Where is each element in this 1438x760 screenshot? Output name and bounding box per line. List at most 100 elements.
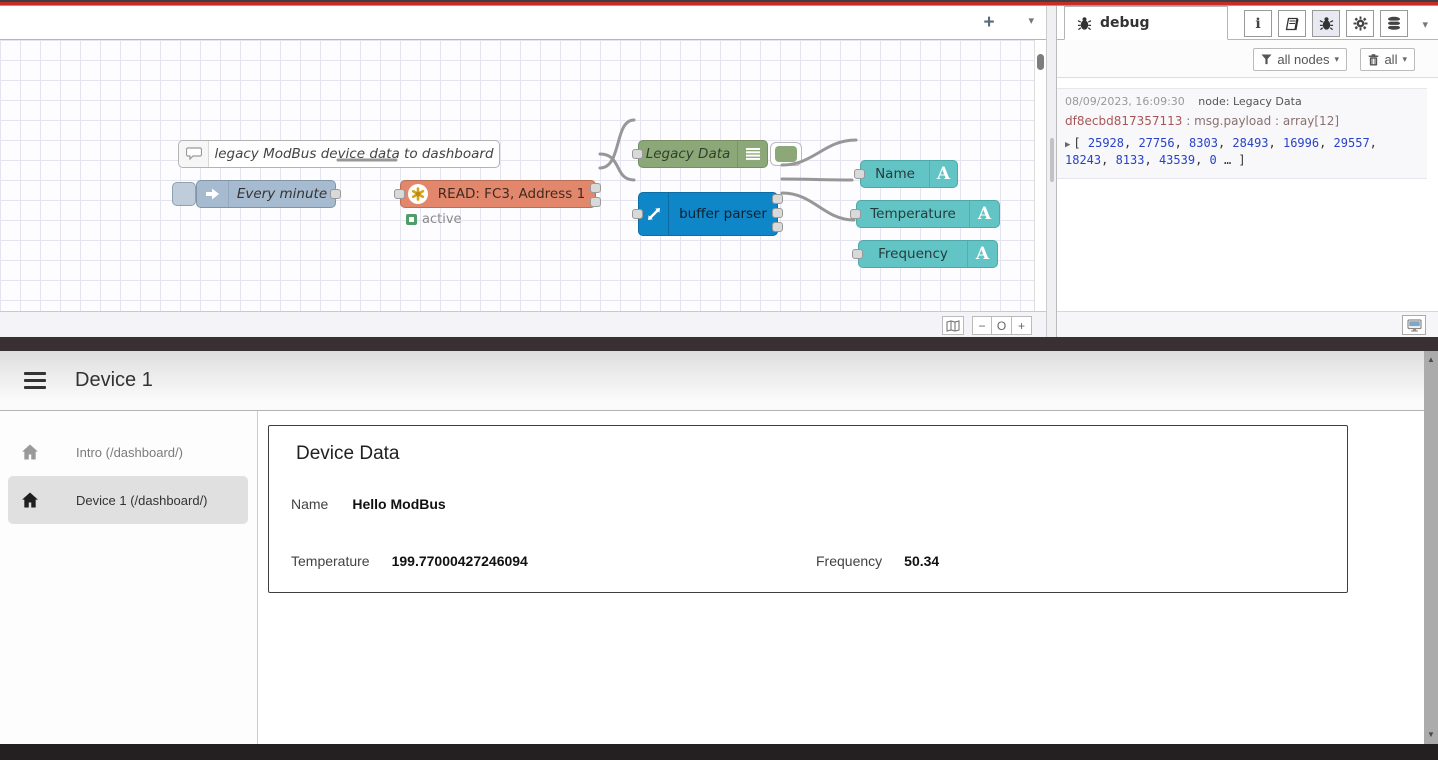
comment-node[interactable]: legacy ModBus device data to dashboard: [178, 140, 500, 168]
modbus-gear-icon: [408, 184, 428, 204]
panel-splitter[interactable]: [1046, 6, 1057, 337]
clear-messages-button[interactable]: all ▾: [1360, 48, 1415, 71]
parser-input-port[interactable]: [632, 209, 643, 219]
dashboard-scrollbar[interactable]: ▲ ▼: [1424, 351, 1438, 744]
debug-tab-button[interactable]: [1312, 10, 1340, 37]
inject-node[interactable]: Every minute: [196, 180, 336, 208]
sidebar-item-device-1[interactable]: Device 1 (/dashboard/): [8, 476, 248, 524]
modbus-read-node[interactable]: READ: FC3, Address 1: [400, 180, 596, 208]
inject-label: Every minute: [229, 186, 335, 202]
bug-icon: [1077, 16, 1092, 31]
sidebar-item-label: Intro (/dashboard/): [76, 445, 183, 460]
scroll-up-icon[interactable]: ▲: [1424, 353, 1438, 367]
device-data-card: Device Data NameHello ModBus Temperature…: [268, 425, 1348, 593]
ui-text-node-name[interactable]: Name A: [860, 160, 958, 188]
caret-down-icon: ▾: [1334, 54, 1339, 65]
map-icon: [946, 320, 960, 332]
ui-text-node-frequency[interactable]: Frequency A: [858, 240, 998, 268]
debug-input-port[interactable]: [632, 149, 643, 159]
message-property: msg.payload: [1194, 114, 1271, 128]
flow-list-caret-icon[interactable]: ▾: [1028, 14, 1034, 27]
info-icon: i: [1255, 16, 1260, 32]
filter-nodes-button[interactable]: all nodes ▾: [1253, 48, 1347, 71]
modbus-read-label: READ: FC3, Address 1: [428, 186, 595, 202]
debug-sidebar: debug i ▾: [1057, 6, 1438, 337]
comment-bubble-icon: [179, 141, 209, 167]
inject-arrow-icon: [197, 181, 229, 207]
sidebar-item-intro[interactable]: Intro (/dashboard/): [8, 428, 248, 476]
separator: :: [1275, 114, 1283, 128]
zoom-in-button[interactable]: +: [1012, 316, 1032, 335]
ui-text-label: Frequency: [859, 246, 967, 262]
flow-tabbar: + ▾: [0, 6, 1046, 40]
message-header: 08/09/2023, 16:09:30 node: Legacy Data: [1065, 95, 1419, 108]
zoom-reset-button[interactable]: O: [992, 316, 1012, 335]
splitter-handle[interactable]: [1050, 138, 1054, 182]
zoom-controls: − O +: [972, 316, 1032, 335]
message-source-node[interactable]: node: Legacy Data: [1198, 95, 1301, 108]
page-title: Device 1: [75, 369, 153, 392]
bug-icon: [1319, 16, 1334, 31]
menu-icon[interactable]: [24, 372, 46, 389]
sidebar-menu-caret-icon[interactable]: ▾: [1422, 18, 1428, 31]
database-icon: [1387, 16, 1401, 31]
text-A-icon: A: [929, 161, 957, 187]
nodered-editor-window: + ▾ legacy ModBus device data to dashboa…: [0, 6, 1438, 337]
funnel-icon: [1261, 54, 1272, 65]
debug-lines-icon: [737, 141, 767, 167]
text-A-icon: A: [967, 241, 997, 267]
inject-trigger-button[interactable]: [172, 182, 196, 206]
text-A-icon: A: [969, 201, 999, 227]
workspace-vertical-scrollbar[interactable]: [1034, 40, 1046, 311]
scroll-down-icon[interactable]: ▼: [1424, 728, 1438, 742]
name-input-port[interactable]: [854, 169, 865, 179]
tab-debug[interactable]: debug: [1064, 6, 1228, 40]
field-label: Frequency: [816, 553, 882, 569]
book-icon: [1285, 17, 1300, 31]
buffer-parser-label: buffer parser: [669, 206, 777, 222]
zoom-out-button[interactable]: −: [972, 316, 992, 335]
message-type: array[12]: [1283, 114, 1339, 128]
field-name: NameHello ModBus: [291, 496, 446, 512]
workspace-footer: − O +: [0, 311, 1046, 337]
parser-output-port-2[interactable]: [772, 208, 783, 218]
read-input-port[interactable]: [394, 189, 405, 199]
help-tab-button[interactable]: [1278, 10, 1306, 37]
parser-output-port-1[interactable]: [772, 194, 783, 204]
debug-footer: [1057, 311, 1438, 337]
status-square-icon: [406, 214, 417, 225]
clear-all-label: all: [1384, 52, 1397, 67]
frequency-input-port[interactable]: [852, 249, 863, 259]
separator: :: [1186, 114, 1194, 128]
dashboard-window: Device 1 Intro (/dashboard/) Device 1 (/…: [0, 351, 1438, 744]
info-tab-button[interactable]: i: [1244, 10, 1272, 37]
flow-canvas[interactable]: legacy ModBus device data to dashboard E…: [0, 40, 1034, 311]
field-label: Name: [291, 496, 328, 512]
sidebar-tabbar: debug i ▾: [1057, 6, 1438, 40]
inject-output-port[interactable]: [330, 189, 341, 199]
field-temperature: Temperature199.77000427246094: [291, 553, 528, 569]
config-tab-button[interactable]: [1346, 10, 1374, 37]
debug-tab-label: debug: [1100, 15, 1150, 31]
navigator-toggle-button[interactable]: [942, 316, 964, 335]
debug-filter-row: all nodes ▾ all ▾: [1057, 40, 1438, 78]
debug-enable-toggle[interactable]: [770, 142, 802, 166]
debug-node-legacy-data[interactable]: Legacy Data: [638, 140, 768, 168]
field-value: 199.77000427246094: [392, 553, 528, 569]
read-output-port-1[interactable]: [590, 183, 601, 193]
payload-preview[interactable]: ▶[ 25928, 27756, 8303, 28493, 16996, 295…: [1065, 135, 1419, 170]
read-output-port-2[interactable]: [590, 197, 601, 207]
add-flow-button[interactable]: +: [976, 10, 1002, 36]
context-tab-button[interactable]: [1380, 10, 1408, 37]
buffer-parser-node[interactable]: buffer parser: [638, 192, 778, 236]
parser-output-port-3[interactable]: [772, 222, 783, 232]
caret-down-icon: ▾: [1402, 54, 1407, 65]
open-in-window-button[interactable]: [1402, 315, 1426, 335]
filter-nodes-label: all nodes: [1277, 52, 1329, 67]
temperature-input-port[interactable]: [850, 209, 861, 219]
dashboard-sidebar: Intro (/dashboard/) Device 1 (/dashboard…: [0, 411, 258, 744]
ui-text-node-temperature[interactable]: Temperature A: [856, 200, 1000, 228]
workspace-scroll-thumb[interactable]: [1037, 54, 1044, 70]
window-gap: [0, 337, 1438, 351]
field-value: 50.34: [904, 553, 939, 569]
